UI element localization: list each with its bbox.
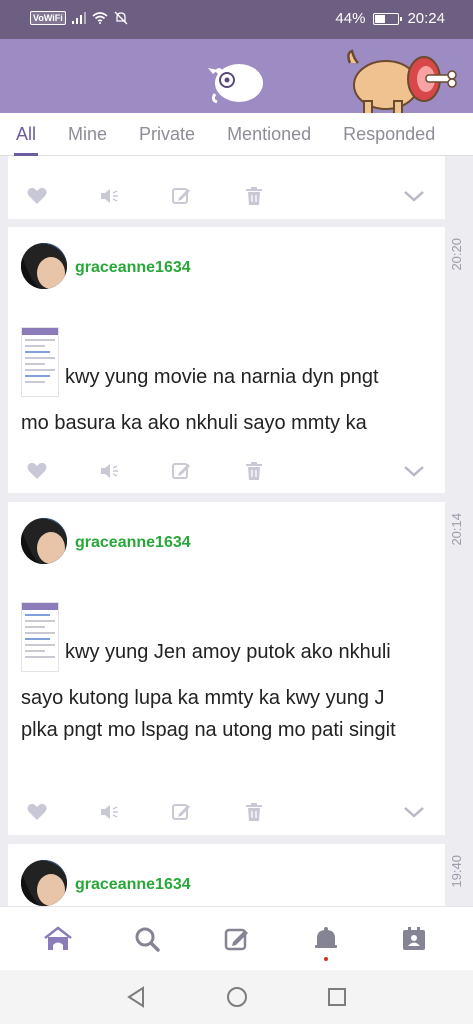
post-card[interactable]: graceanne1634 kwy yung movie na narnia d… (8, 227, 445, 493)
username[interactable]: graceanne1634 (75, 534, 191, 552)
post-text: kwy yung Jen amoy putok ako nkhuli sayo … (21, 636, 435, 746)
post-timestamp: 19:40 (449, 855, 464, 888)
filter-tabs: All Mine Private Mentioned Responded (0, 113, 473, 156)
heart-icon[interactable] (25, 459, 49, 483)
battery-icon (373, 12, 403, 25)
home-icon[interactable] (42, 923, 74, 955)
edit-icon[interactable] (169, 800, 193, 824)
chevron-down-icon[interactable] (402, 184, 426, 208)
tab-all[interactable]: All (0, 113, 52, 156)
chevron-down-icon[interactable] (402, 459, 426, 483)
mascot-illustration (347, 49, 457, 113)
tab-private[interactable]: Private (123, 113, 211, 156)
heart-icon[interactable] (25, 184, 49, 208)
username[interactable]: graceanne1634 (75, 876, 191, 894)
post-card (8, 156, 445, 219)
avatar[interactable] (21, 518, 67, 564)
profile-card-icon[interactable] (398, 923, 430, 955)
system-navigation-bar (0, 970, 473, 1024)
signal-icon (71, 12, 86, 24)
clock: 20:24 (407, 10, 445, 27)
trash-icon[interactable] (242, 800, 266, 824)
compose-icon[interactable] (221, 923, 253, 955)
username[interactable]: graceanne1634 (75, 259, 191, 277)
heart-icon[interactable] (25, 800, 49, 824)
tab-mentioned[interactable]: Mentioned (211, 113, 327, 156)
post-card[interactable]: graceanne1634 (8, 844, 445, 906)
chevron-down-icon[interactable] (402, 800, 426, 824)
bottom-navigation (0, 906, 473, 970)
post-feed[interactable]: graceanne1634 kwy yung movie na narnia d… (0, 156, 473, 906)
speaker-icon[interactable] (97, 459, 121, 483)
header-banner (0, 39, 473, 113)
post-actions (8, 800, 445, 830)
battery-percent: 44% (335, 10, 366, 27)
speaker-icon[interactable] (97, 800, 121, 824)
post-text-first-line: kwy yung movie na narnia dyn pngt (65, 366, 379, 388)
recents-icon[interactable] (325, 985, 349, 1009)
bell-icon[interactable] (310, 923, 342, 955)
edit-icon[interactable] (169, 184, 193, 208)
back-icon[interactable] (124, 985, 148, 1009)
avatar[interactable] (21, 860, 67, 906)
wifi-icon (92, 12, 108, 24)
post-text: kwy yung movie na narnia dyn pngt mo bas… (21, 361, 435, 439)
tab-mine[interactable]: Mine (52, 113, 123, 156)
post-actions (8, 459, 445, 489)
post-timestamp: 20:20 (449, 238, 464, 271)
edit-icon[interactable] (169, 459, 193, 483)
post-actions (8, 184, 445, 214)
notification-dot (324, 957, 328, 961)
post-timestamp: 20:14 (449, 513, 464, 546)
trash-icon[interactable] (242, 459, 266, 483)
home-circle-icon[interactable] (225, 985, 249, 1009)
avatar[interactable] (21, 243, 67, 289)
speaker-icon[interactable] (97, 184, 121, 208)
post-text-rest: mo basura ka ako nkhuli sayo mmty ka (21, 412, 367, 434)
app-logo (208, 64, 263, 104)
vowifi-badge: VoWiFi (30, 11, 66, 25)
post-text-rest: sayo kutong lupa ka mmty ka kwy yung J p… (21, 687, 396, 741)
tab-responded[interactable]: Responded (327, 113, 451, 156)
bell-off-icon (114, 11, 128, 25)
trash-icon[interactable] (242, 184, 266, 208)
post-card[interactable]: graceanne1634 kwy yung Jen amoy putok ak… (8, 502, 445, 835)
post-text-first-line: kwy yung Jen amoy putok ako nkhuli (65, 641, 391, 663)
status-bar: VoWiFi 44% 20:24 (0, 0, 473, 39)
search-icon[interactable] (131, 923, 163, 955)
